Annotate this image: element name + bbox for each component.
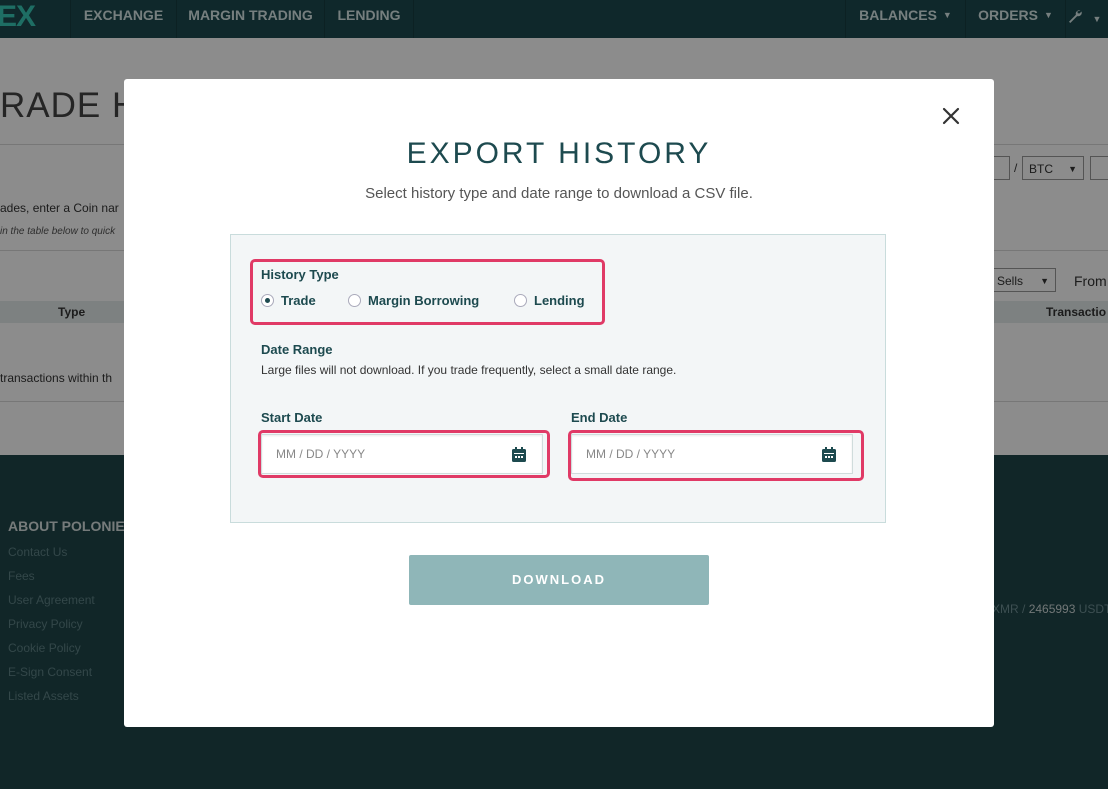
- calendar-icon[interactable]: [512, 447, 526, 462]
- radio-unchecked-icon: [348, 293, 361, 307]
- date-range-label: Date Range: [261, 342, 333, 357]
- radio-lending[interactable]: Lending: [514, 292, 585, 308]
- close-button[interactable]: [940, 105, 962, 127]
- download-button[interactable]: DOWNLOAD: [409, 555, 709, 605]
- end-date-label: End Date: [571, 410, 628, 425]
- modal-subtitle: Select history type and date range to do…: [365, 185, 753, 202]
- calendar-icon[interactable]: [822, 447, 836, 462]
- radio-checked-icon: [261, 293, 274, 307]
- radio-lending-label: Lending: [534, 292, 585, 308]
- radio-margin-borrowing-label: Margin Borrowing: [368, 292, 480, 308]
- history-type-label: History Type: [261, 267, 339, 282]
- radio-trade-label: Trade: [281, 292, 316, 308]
- modal-title: EXPORT HISTORY: [406, 137, 712, 170]
- date-range-hint: Large files will not download. If you tr…: [261, 363, 677, 377]
- close-icon: [942, 107, 960, 125]
- radio-unchecked-icon: [514, 293, 527, 307]
- radio-trade[interactable]: Trade: [261, 292, 316, 308]
- end-date-placeholder: MM / DD / YYYY: [586, 447, 676, 461]
- start-date-placeholder: MM / DD / YYYY: [276, 447, 366, 461]
- radio-margin-borrowing[interactable]: Margin Borrowing: [348, 292, 479, 308]
- start-date-label: Start Date: [261, 410, 323, 425]
- end-date-input[interactable]: MM / DD / YYYY: [571, 434, 853, 474]
- export-history-modal: EXPORT HISTORY Select history type and d…: [124, 79, 994, 727]
- start-date-input[interactable]: MM / DD / YYYY: [261, 434, 543, 474]
